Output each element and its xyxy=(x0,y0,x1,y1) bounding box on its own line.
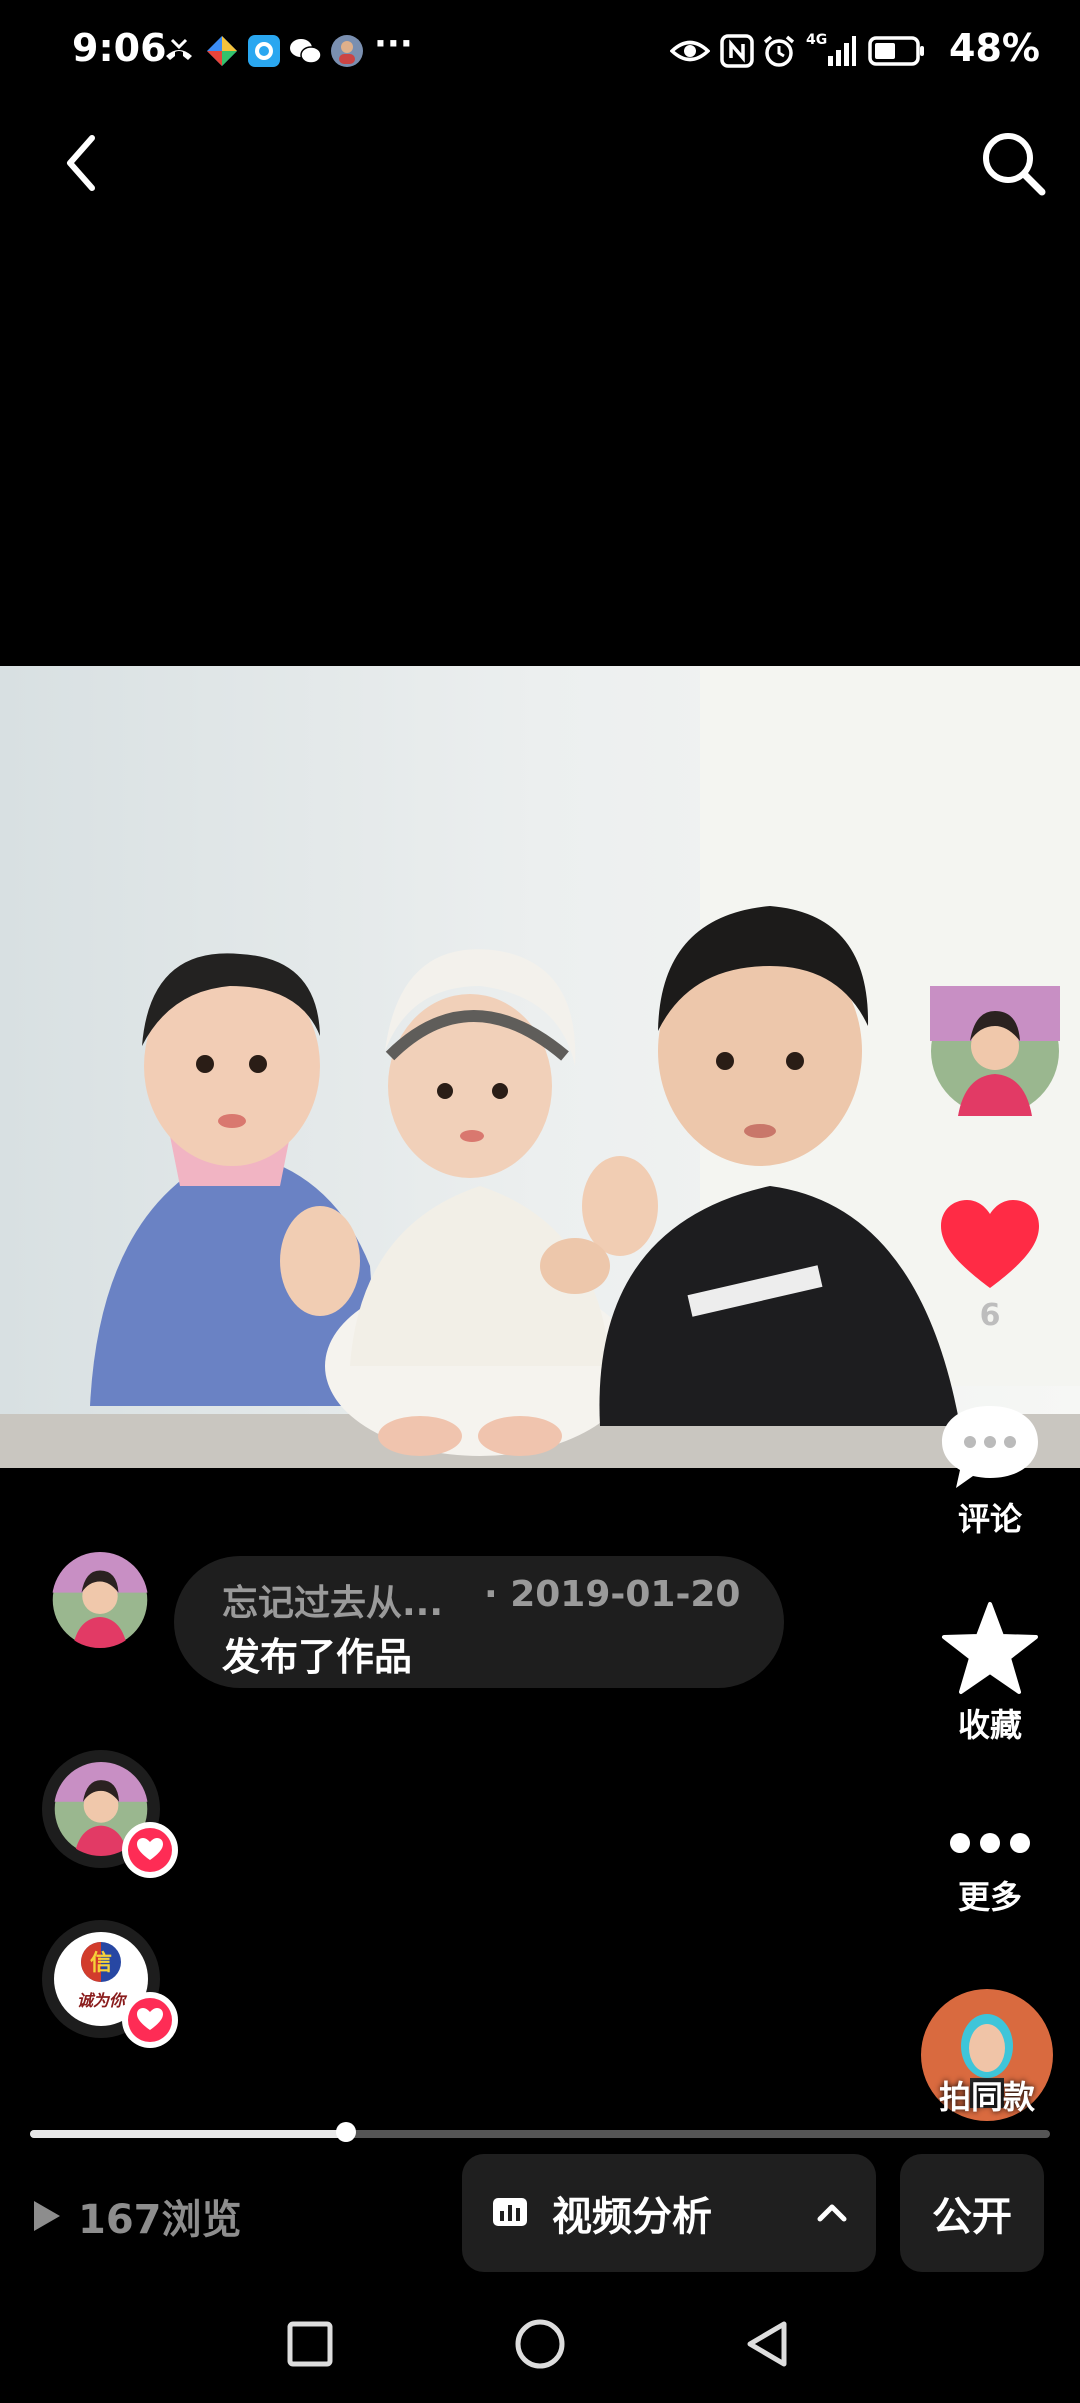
back-button[interactable] xyxy=(50,128,120,198)
chevron-up-icon xyxy=(817,2204,847,2222)
progress-thumb[interactable] xyxy=(336,2122,357,2142)
view-count: 167浏览 xyxy=(28,2186,242,2246)
more-button[interactable]: 更多 xyxy=(930,1818,1050,1918)
like-button[interactable]: 6 xyxy=(930,1196,1050,1333)
favorite-label: 收藏 xyxy=(957,1706,1022,1744)
status-time: 9:06 xyxy=(72,26,167,70)
system-navigation-bar xyxy=(0,2290,1080,2403)
post-action-text: 发布了作品 xyxy=(222,1635,413,1679)
app-avatar-icon xyxy=(331,35,363,67)
comment-label: 评论 xyxy=(957,1500,1022,1538)
progress-fill xyxy=(30,2130,347,2138)
more-dots-icon xyxy=(950,1833,1030,1853)
same-style-label: 拍同款 xyxy=(938,2078,1035,2116)
missed-call-icon xyxy=(166,38,192,60)
analytics-icon xyxy=(493,2198,527,2226)
eye-icon xyxy=(670,40,710,62)
more-label: 更多 xyxy=(957,1878,1022,1916)
children-photo-illustration xyxy=(0,666,1080,1468)
star-icon xyxy=(942,1602,1038,1694)
heart-icon xyxy=(941,1200,1039,1288)
status-overflow: ··· xyxy=(374,24,413,64)
like-badge xyxy=(122,1992,178,2048)
post-author-avatar[interactable] xyxy=(52,1552,148,1648)
same-style-button[interactable]: 拍同款 xyxy=(920,1988,1054,2122)
nfc-icon xyxy=(720,34,754,68)
camera-app-icon xyxy=(248,35,280,67)
post-photo[interactable] xyxy=(0,666,1080,1468)
author-avatar-button[interactable] xyxy=(930,986,1060,1120)
liker-avatar-2[interactable]: 信 诚为你 xyxy=(42,1920,178,2048)
battery-percent: 48% xyxy=(949,26,1040,70)
post-info-bubble[interactable]: 忘记过去从... · 2019-01-20 发布了作品 xyxy=(174,1556,784,1688)
like-count: 6 xyxy=(979,1298,1001,1333)
status-bar: 9:06 ··· 4G 48% xyxy=(0,0,1080,110)
liker-avatar-1[interactable] xyxy=(42,1750,178,1878)
system-back-button[interactable] xyxy=(742,2318,794,2370)
video-analysis-button[interactable]: 视频分析 xyxy=(462,2154,876,2272)
privacy-public-button[interactable]: 公开 xyxy=(900,2154,1044,2272)
post-date: · 2019-01-20 xyxy=(484,1574,741,1615)
alarm-icon xyxy=(763,35,795,67)
comment-icon xyxy=(942,1406,1038,1488)
search-button[interactable] xyxy=(976,126,1050,200)
recents-button[interactable] xyxy=(286,2320,334,2368)
like-badge xyxy=(122,1822,178,1878)
heart-icon xyxy=(128,1828,172,1872)
post-author-name[interactable]: 忘记过去从... xyxy=(222,1574,443,1626)
signal-icon xyxy=(828,36,856,66)
favorite-button[interactable]: 收藏 xyxy=(930,1600,1050,1746)
wechat-icon xyxy=(290,39,322,64)
video-progress-bar[interactable] xyxy=(30,2122,1050,2142)
svg-text:信: 信 xyxy=(90,1950,112,1976)
avatar xyxy=(930,986,1060,1116)
video-analysis-label: 视频分析 xyxy=(552,2194,712,2240)
svg-text:诚为你: 诚为你 xyxy=(77,1991,128,2010)
avatar xyxy=(52,1552,148,1648)
heart-icon xyxy=(128,1998,172,2042)
view-count-text: 167浏览 xyxy=(78,2197,242,2243)
comment-button[interactable]: 评论 xyxy=(930,1400,1050,1540)
app-icon-colorful xyxy=(207,36,237,66)
play-icon xyxy=(34,2201,60,2231)
home-button[interactable] xyxy=(514,2318,566,2370)
battery-icon xyxy=(868,36,924,66)
